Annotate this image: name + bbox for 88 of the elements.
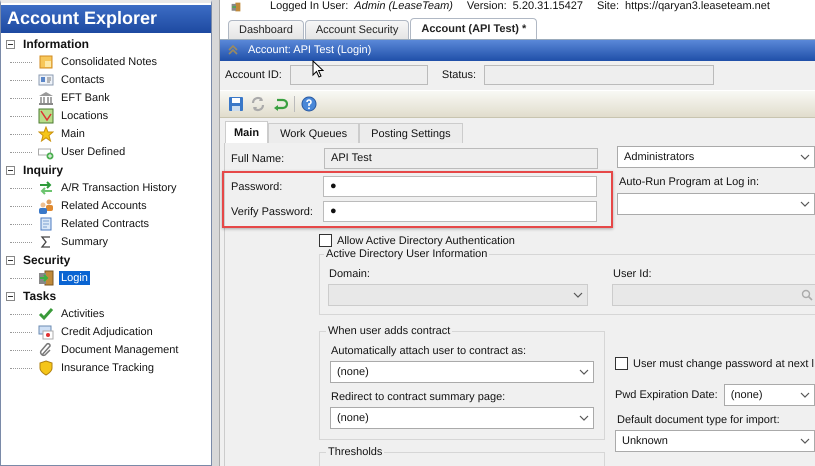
tree-group-label[interactable]: Tasks bbox=[23, 289, 56, 303]
document-tab[interactable]: Dashboard bbox=[228, 20, 304, 40]
field-label: Verify Password: bbox=[230, 206, 314, 218]
field-label: Redirect to contract summary page: bbox=[331, 391, 506, 403]
door-arrow-icon bbox=[230, 2, 242, 12]
exchange-arrows-icon bbox=[38, 180, 54, 196]
tree-item[interactable]: Summary bbox=[59, 235, 110, 249]
tree-item[interactable]: Related Contracts bbox=[59, 217, 152, 231]
checkbox-label: User must change password at next l bbox=[633, 358, 814, 370]
tree-item[interactable]: Main bbox=[59, 127, 87, 141]
tree-item[interactable]: Contacts bbox=[59, 73, 106, 87]
checkmark-icon bbox=[38, 306, 54, 322]
collapse-icon[interactable] bbox=[6, 256, 15, 264]
auto-run-dropdown[interactable] bbox=[617, 193, 815, 215]
people-icon bbox=[38, 198, 54, 214]
header-label: Logged In User: bbox=[270, 0, 348, 12]
document-type-dropdown[interactable]: Unknown bbox=[615, 430, 815, 452]
tree-item[interactable]: A/R Transaction History bbox=[59, 181, 179, 195]
tree-item[interactable]: Document Management bbox=[59, 343, 180, 357]
field-label: Account ID: bbox=[225, 69, 282, 82]
checkbox[interactable] bbox=[615, 357, 628, 370]
header-value: 5.20.31.15427 bbox=[512, 0, 584, 12]
collapse-icon[interactable] bbox=[6, 166, 15, 174]
header-label: Version: bbox=[466, 0, 507, 12]
field-label: Status: bbox=[442, 69, 476, 82]
group-title: Active Directory User Information bbox=[325, 248, 488, 260]
chevron-down-icon bbox=[800, 154, 810, 160]
collapse-icon[interactable] bbox=[6, 292, 15, 300]
chevron-down-icon bbox=[573, 292, 583, 298]
chevron-down-icon bbox=[579, 415, 589, 421]
field-label: Automatically attach user to contract as: bbox=[331, 345, 528, 357]
section-tab[interactable]: Posting Settings bbox=[359, 123, 463, 143]
document-tab[interactable]: Account (API Test) * bbox=[410, 18, 538, 40]
bank-icon bbox=[38, 90, 54, 106]
chevron-down-icon bbox=[579, 369, 589, 375]
group-title: Thresholds bbox=[327, 446, 384, 458]
user-id-field[interactable] bbox=[612, 284, 815, 306]
chevron-down-icon bbox=[800, 392, 810, 398]
expiration-dropdown[interactable]: (none) bbox=[724, 384, 815, 406]
tree-item[interactable]: Activities bbox=[59, 307, 106, 321]
dropdown[interactable]: (none) bbox=[330, 361, 594, 383]
group-title: When user adds contract bbox=[327, 325, 452, 337]
tree-item[interactable]: Locations bbox=[59, 109, 110, 123]
chevron-down-icon bbox=[800, 201, 810, 207]
document-icon bbox=[38, 216, 54, 232]
field-label: Pwd Expiration Date: bbox=[615, 389, 718, 401]
note-icon bbox=[38, 54, 54, 70]
tree-item[interactable]: Related Accounts bbox=[59, 199, 149, 213]
credit-card-icon bbox=[38, 324, 54, 340]
header-value: Admin (LeaseTeam) bbox=[354, 0, 453, 12]
password-field[interactable]: ● bbox=[323, 201, 597, 222]
star-icon bbox=[38, 126, 54, 142]
tree-item[interactable]: Consolidated Notes bbox=[59, 55, 160, 69]
panel-title: Account: API Test (Login) bbox=[248, 44, 372, 56]
tree-group-label[interactable]: Security bbox=[23, 253, 70, 267]
chevron-down-icon bbox=[800, 438, 810, 444]
save-icon[interactable] bbox=[228, 96, 244, 112]
tree-item[interactable]: Insurance Tracking bbox=[59, 361, 156, 375]
field-label: Password: bbox=[230, 180, 284, 192]
field-label: User Id: bbox=[613, 268, 653, 280]
tree-group-label[interactable]: Inquiry bbox=[23, 163, 64, 177]
field-label: Auto-Run Program at Log in: bbox=[619, 176, 760, 188]
header-value: https://qaryan3.leaseteam.net bbox=[625, 0, 770, 12]
collapse-icon[interactable] bbox=[6, 40, 15, 48]
mouse-pointer-icon bbox=[312, 60, 324, 78]
section-tab[interactable]: Main bbox=[225, 121, 268, 143]
field-label: Full Name: bbox=[230, 152, 286, 164]
contact-card-icon bbox=[38, 72, 54, 88]
tree-item[interactable]: Credit Adjudication bbox=[59, 325, 155, 339]
door-arrow-icon bbox=[38, 270, 54, 286]
role-dropdown[interactable]: Administrators bbox=[617, 146, 815, 168]
field-label: Default document type for import: bbox=[617, 414, 781, 426]
tree-item[interactable]: EFT Bank bbox=[59, 91, 112, 105]
checkbox-label: Allow Active Directory Authentication bbox=[337, 234, 515, 246]
checkbox[interactable] bbox=[319, 234, 332, 247]
shield-icon bbox=[38, 360, 54, 376]
field-label: Domain: bbox=[329, 268, 371, 280]
tree-item[interactable]: Login bbox=[59, 271, 90, 285]
tree-group-label[interactable]: Information bbox=[23, 37, 89, 51]
help-icon[interactable] bbox=[301, 96, 317, 112]
sidebar-title: Account Explorer bbox=[1, 5, 211, 33]
dropdown[interactable]: (none) bbox=[330, 407, 594, 429]
full-name-field: API Test bbox=[324, 148, 598, 169]
header-label: Site: bbox=[597, 0, 620, 12]
document-tab[interactable]: Account Security bbox=[304, 20, 410, 40]
tree-item[interactable]: User Defined bbox=[59, 145, 128, 159]
password-field[interactable]: ● bbox=[323, 176, 597, 197]
section-tab[interactable]: Work Queues bbox=[268, 123, 360, 143]
